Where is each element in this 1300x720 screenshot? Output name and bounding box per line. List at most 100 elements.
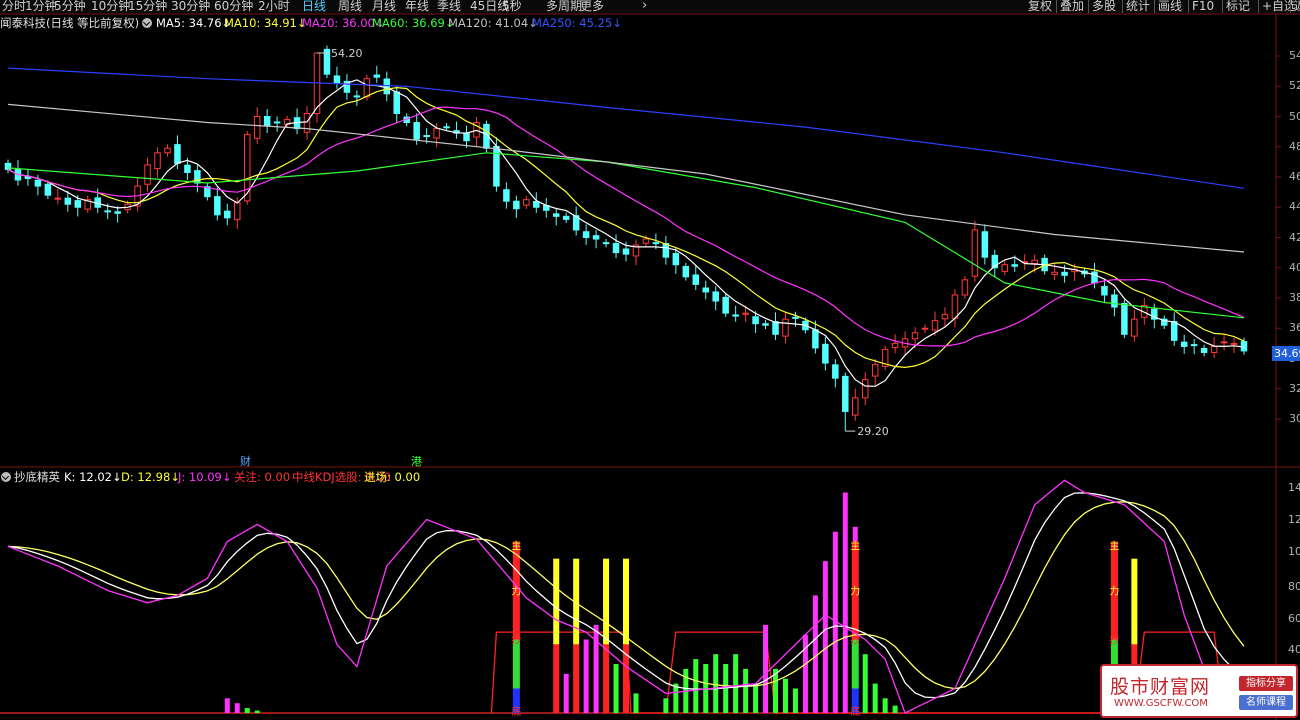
toolbar-button-8[interactable]: 返 bbox=[1294, 0, 1300, 13]
period-4[interactable]: 15分钟 bbox=[128, 0, 167, 13]
period-12[interactable]: 季线 bbox=[437, 0, 461, 13]
candle bbox=[782, 311, 789, 344]
period-toolbar: 分时 1分钟 5分钟 10分钟 15分钟 30分钟 60分钟 2小时 日线 周线 月线 年线 季线 45日… bbox=[0, 0, 1300, 13]
toolbar-button-1[interactable]: 叠加 bbox=[1060, 0, 1084, 13]
main-settings-icon[interactable] bbox=[142, 18, 152, 28]
ma-label-4: MA120: 41.04↓ bbox=[448, 16, 538, 30]
price-tick-7: 40 bbox=[1289, 260, 1300, 274]
hist-bar bbox=[254, 710, 260, 713]
candle bbox=[722, 293, 729, 317]
candle bbox=[493, 137, 500, 192]
candle bbox=[1031, 254, 1038, 273]
candle bbox=[612, 234, 620, 259]
ma-label-5: MA250: 45.25↓ bbox=[532, 16, 622, 30]
candle bbox=[463, 125, 470, 149]
hist-bar bbox=[852, 526, 858, 713]
candle bbox=[812, 320, 819, 354]
candle bbox=[951, 289, 959, 328]
histogram-bars bbox=[224, 492, 1117, 713]
period-1[interactable]: 1分钟 bbox=[25, 0, 57, 13]
period-9[interactable]: 周线 bbox=[338, 0, 362, 13]
candle bbox=[214, 187, 221, 221]
candle bbox=[822, 336, 829, 371]
logo-url: WWW.GSCFW.COM bbox=[1114, 698, 1208, 709]
period-6[interactable]: 60分钟 bbox=[214, 0, 253, 13]
hist-bar bbox=[773, 668, 779, 713]
period-7[interactable]: 2小时 bbox=[258, 0, 290, 13]
period-16[interactable]: 更多 bbox=[580, 0, 604, 13]
candle bbox=[842, 372, 849, 432]
hist-bar bbox=[224, 698, 230, 713]
period-14[interactable]: 5秒 bbox=[502, 0, 522, 13]
candle bbox=[652, 233, 660, 250]
period-3[interactable]: 10分钟 bbox=[91, 0, 130, 13]
candle bbox=[24, 168, 32, 186]
main-legend: 闻泰科技(日线 等比前复权) bbox=[0, 16, 139, 30]
candle bbox=[343, 73, 351, 100]
ma20-line bbox=[7, 106, 1245, 347]
hist-bar bbox=[603, 644, 609, 713]
candle bbox=[94, 188, 101, 213]
price-tick-5: 44 bbox=[1289, 200, 1300, 214]
period-0[interactable]: 分时 bbox=[2, 0, 26, 13]
hist-bar bbox=[733, 654, 739, 713]
candle bbox=[1180, 334, 1188, 354]
toolbar-button-5[interactable]: F10 bbox=[1192, 0, 1214, 13]
toolbar-divider bbox=[1290, 0, 1291, 13]
signal-bar bbox=[603, 558, 610, 713]
candle bbox=[253, 107, 261, 144]
candle bbox=[732, 305, 739, 322]
candle bbox=[642, 235, 650, 248]
candle bbox=[513, 195, 520, 218]
candle bbox=[453, 121, 460, 139]
candle bbox=[303, 106, 311, 140]
toolbar-button-4[interactable]: 画线 bbox=[1158, 0, 1182, 13]
period-10[interactable]: 月线 bbox=[372, 0, 396, 13]
indicator-value-0: K: 12.02↓ bbox=[64, 470, 122, 484]
period-11[interactable]: 年线 bbox=[405, 0, 429, 13]
signal-bar bbox=[553, 558, 560, 713]
logo-tag-2: 名师课程 bbox=[1239, 695, 1293, 710]
toolbar-button-2[interactable]: 多股 bbox=[1092, 0, 1116, 13]
indicator-settings-icon[interactable] bbox=[1, 472, 11, 482]
candle bbox=[483, 120, 490, 153]
price-tick-9: 36 bbox=[1289, 321, 1300, 335]
hist-bar bbox=[882, 698, 888, 713]
toolbar-button-3[interactable]: 统计 bbox=[1126, 0, 1150, 13]
hist-bar bbox=[663, 698, 669, 713]
candle bbox=[971, 220, 979, 282]
candle bbox=[852, 388, 859, 421]
signal-bar bbox=[623, 558, 629, 713]
candle bbox=[702, 280, 709, 300]
candle bbox=[154, 147, 161, 178]
signal-label: 主 bbox=[1109, 541, 1119, 553]
ind-tick-4: 60 bbox=[1288, 612, 1300, 625]
hist-bar bbox=[713, 654, 719, 713]
toolbar-button-0[interactable]: 复权 bbox=[1028, 0, 1052, 13]
site-logo: 股市财富网 WWW.GSCFW.COM 指标分享 名师课程 bbox=[1100, 664, 1298, 718]
signal-label: 力 bbox=[1109, 585, 1119, 598]
candle bbox=[273, 116, 281, 132]
period-2[interactable]: 5分钟 bbox=[54, 0, 86, 13]
candle bbox=[1111, 289, 1118, 317]
candle bbox=[64, 190, 72, 212]
candle bbox=[1091, 262, 1098, 289]
d-line bbox=[7, 501, 1245, 690]
toolbar-divider bbox=[1088, 0, 1089, 13]
candle bbox=[413, 113, 420, 145]
candle bbox=[802, 317, 809, 334]
candle bbox=[403, 113, 410, 127]
toolbar-button-6[interactable]: 标记 bbox=[1226, 0, 1250, 13]
ind-tick-2: 10 bbox=[1288, 545, 1300, 558]
period-5[interactable]: 30分钟 bbox=[171, 0, 210, 13]
period-8[interactable]: 日线 bbox=[302, 0, 326, 13]
hist-bar bbox=[802, 634, 808, 713]
ind-tick-3: 80 bbox=[1288, 580, 1300, 593]
toolbar-divider bbox=[1258, 0, 1259, 13]
indicator-legend: 抄底精英 K: 12.02↓ D: 12.98↓ J: 10.09↓ 关注: 0.00… bbox=[14, 470, 420, 484]
candle bbox=[1220, 334, 1228, 351]
main-force-bar: 主力抄底 bbox=[511, 541, 521, 719]
candle bbox=[572, 206, 580, 236]
period-15[interactable]: 多周期 bbox=[546, 0, 582, 13]
candle bbox=[961, 276, 969, 299]
